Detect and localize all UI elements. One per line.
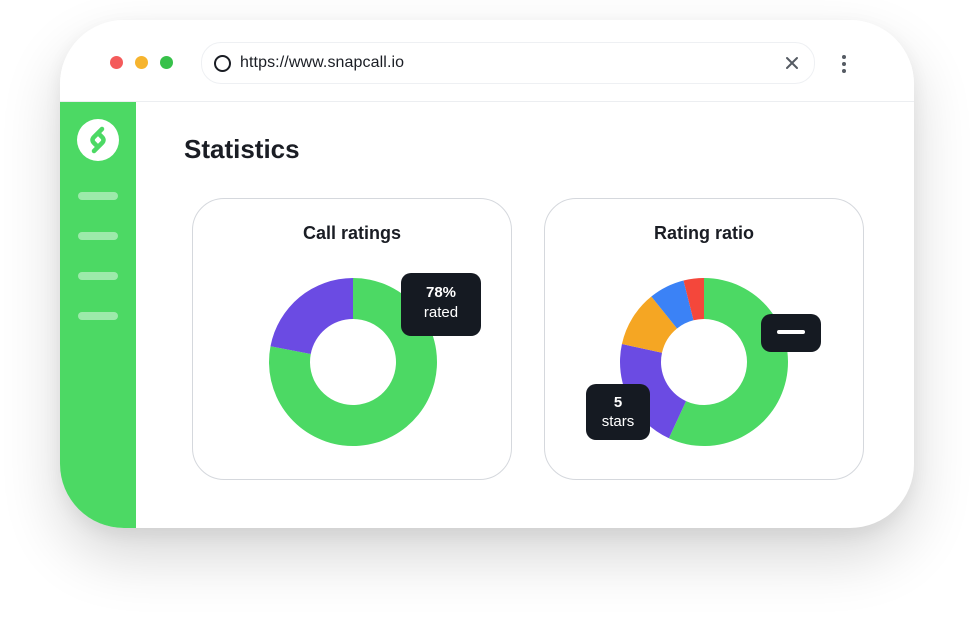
browser-window: https://www.snapcall.io Statistics Call … (60, 20, 914, 528)
card-title: Rating ratio (653, 223, 754, 243)
site-info-icon[interactable] (214, 55, 231, 72)
legend-tooltip (761, 314, 821, 352)
sidebar-nav-item[interactable] (78, 312, 118, 320)
donut-slice-2 (270, 278, 353, 354)
maximize-window-button[interactable] (160, 56, 173, 69)
sidebar-nav-item[interactable] (78, 272, 118, 280)
more-options-icon[interactable] (840, 54, 848, 74)
sidebar-nav-item[interactable] (78, 192, 118, 200)
sidebar (60, 102, 136, 528)
tooltip-value: 5 (613, 394, 623, 411)
browser-toolbar: https://www.snapcall.io (60, 20, 914, 102)
tooltip-label: rated (423, 304, 459, 321)
snapcall-logo[interactable] (77, 119, 119, 161)
page-title: Statistics (184, 134, 300, 164)
sidebar-nav-item[interactable] (78, 232, 118, 240)
tooltip-value: 78% (425, 284, 457, 301)
rating-ratio-card: Rating ratio 5 stars (544, 198, 864, 480)
dash-icon (777, 330, 805, 334)
card-title: Call ratings (302, 223, 402, 243)
close-window-button[interactable] (110, 56, 123, 69)
minimize-window-button[interactable] (135, 56, 148, 69)
call-ratings-card: Call ratings 78% rated (192, 198, 512, 480)
call-ratings-tooltip: 78% rated (401, 273, 481, 336)
five-stars-tooltip: 5 stars (586, 384, 650, 440)
clear-url-icon[interactable] (785, 56, 799, 70)
tooltip-label: stars (601, 413, 635, 430)
url-text[interactable]: https://www.snapcall.io (240, 54, 404, 72)
address-bar[interactable]: https://www.snapcall.io (201, 42, 815, 84)
